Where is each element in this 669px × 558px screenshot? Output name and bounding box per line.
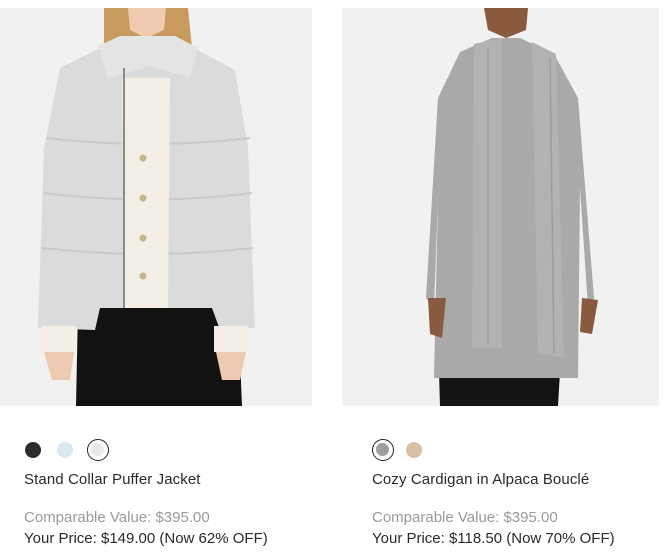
your-price: Your Price: $118.50 (Now 70% OFF) (372, 530, 615, 547)
product-card-puffer-jacket: Stand Collar Puffer Jacket Comparable Va… (0, 0, 312, 547)
swatch-grey-selected[interactable] (372, 439, 394, 461)
product-name[interactable]: Cozy Cardigan in Alpaca Bouclé (372, 471, 589, 488)
swatch-camel[interactable] (406, 442, 422, 458)
comparable-value: Comparable Value: $395.00 (24, 509, 210, 526)
swatch-inner (91, 443, 104, 456)
product-card-alpaca-cardigan: Cozy Cardigan in Alpaca Bouclé Comparabl… (342, 0, 659, 547)
swatch-black[interactable] (25, 442, 41, 458)
product-image-puffer-jacket[interactable] (0, 8, 312, 406)
color-swatches (0, 439, 312, 463)
swatch-light-blue[interactable] (57, 442, 73, 458)
your-price: Your Price: $149.00 (Now 62% OFF) (24, 530, 268, 547)
product-name[interactable]: Stand Collar Puffer Jacket (24, 471, 201, 488)
product-grid: Stand Collar Puffer Jacket Comparable Va… (0, 0, 669, 558)
color-swatches (342, 439, 659, 463)
swatch-inner (376, 443, 389, 456)
comparable-value: Comparable Value: $395.00 (372, 509, 558, 526)
product-image-alpaca-cardigan[interactable] (342, 8, 659, 406)
swatch-light-grey-selected[interactable] (87, 439, 109, 461)
